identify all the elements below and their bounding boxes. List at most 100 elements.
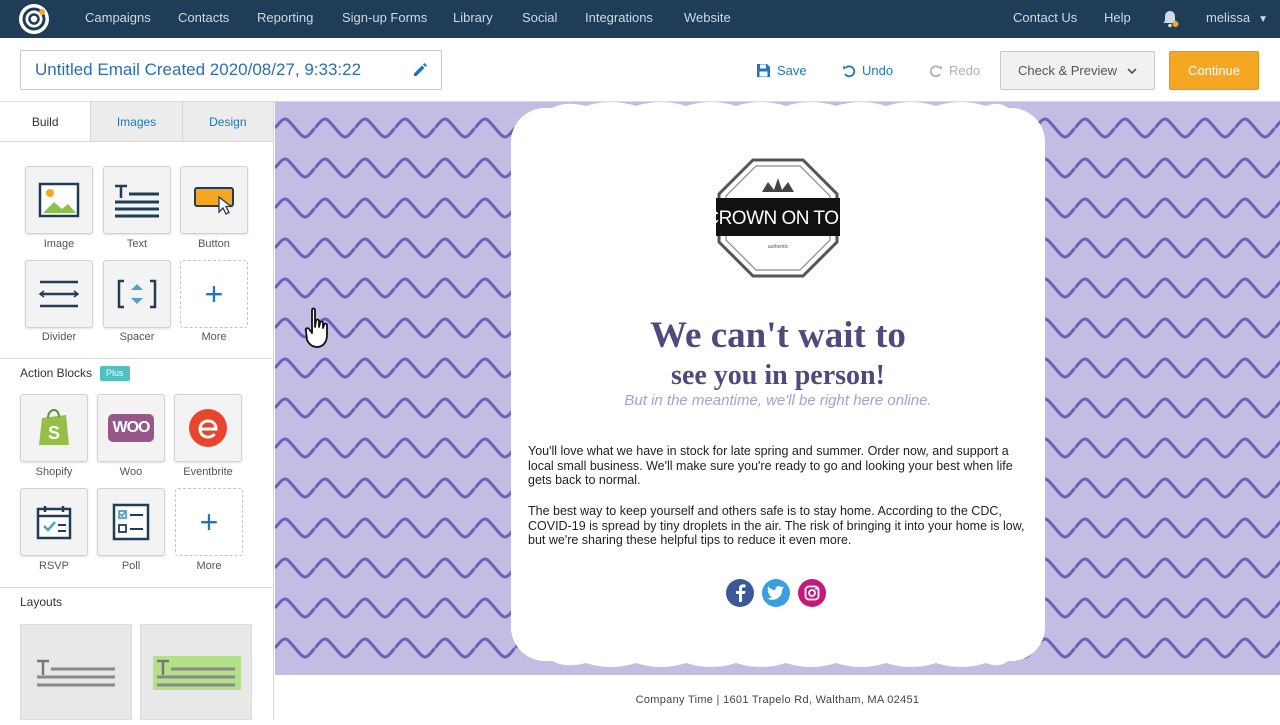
builder-sidebar: Build Images Design Image Text Button Di… <box>0 102 274 720</box>
more-action-label: More <box>196 560 222 572</box>
poll-label: Poll <box>121 560 141 572</box>
shopify-icon: S <box>39 408 69 445</box>
plus-badge: Plus <box>100 366 130 381</box>
image-block-label: Image <box>43 238 75 250</box>
facebook-icon[interactable] <box>726 579 754 607</box>
scalloped-edge <box>541 102 1015 118</box>
email-content-card[interactable]: CROWN ON TOP authentic We can't wait to … <box>511 102 1045 667</box>
shopify-block[interactable]: S <box>20 394 88 462</box>
nav-website[interactable]: Website <box>684 10 731 25</box>
hand-pointer-cursor-icon <box>304 307 328 348</box>
more-action-blocks[interactable]: + <box>175 488 243 556</box>
pencil-icon[interactable] <box>411 61 429 79</box>
woo-label: Woo <box>119 466 143 478</box>
redo-icon <box>929 64 942 77</box>
text-block-label: Text <box>126 238 148 250</box>
divider-block-label: Divider <box>41 331 77 343</box>
woo-icon: WOO <box>108 414 154 442</box>
shopify-label: Shopify <box>35 466 73 478</box>
more-build-blocks[interactable]: + <box>180 260 248 328</box>
svg-text:S: S <box>48 423 60 443</box>
text-icon <box>115 184 159 218</box>
nav-campaigns[interactable]: Campaigns <box>85 10 151 25</box>
email-title: Untitled Email Created 2020/08/27, 9:33:… <box>35 60 362 79</box>
email-paragraph-1[interactable]: You'll love what we have in stock for la… <box>528 444 1028 488</box>
nav-reporting[interactable]: Reporting <box>257 10 313 25</box>
layouts-title: Layouts <box>20 595 63 609</box>
user-name: melissa <box>1206 10 1251 25</box>
user-menu[interactable]: melissa ▼ <box>1206 10 1268 25</box>
undo-button[interactable]: Undo <box>842 63 893 78</box>
image-block[interactable] <box>25 166 93 234</box>
check-preview-button[interactable]: Check & Preview <box>1000 51 1155 90</box>
action-blocks-title: Action Blocks <box>20 366 93 380</box>
tab-images[interactable]: Images <box>90 102 182 141</box>
rsvp-label: RSVP <box>39 560 69 572</box>
text-highlight-layout-icon <box>153 656 241 690</box>
top-navigation: Campaigns Contacts Reporting Sign-up For… <box>0 0 1280 38</box>
more-build-label: More <box>201 331 227 343</box>
calendar-check-icon <box>36 506 72 540</box>
nav-contact-us[interactable]: Contact Us <box>1013 10 1077 25</box>
poll-block[interactable] <box>97 488 165 556</box>
email-headline[interactable]: We can't wait to <box>511 314 1045 357</box>
sidebar-tabs: Build Images Design <box>0 102 273 142</box>
button-block-label: Button <box>198 238 230 250</box>
woo-block[interactable]: WOO <box>97 394 165 462</box>
redo-button[interactable]: Redo <box>929 63 980 78</box>
layout-text-plain[interactable] <box>20 624 132 720</box>
instagram-icon[interactable] <box>798 579 826 607</box>
email-tagline[interactable]: But in the meantime, we'll be right here… <box>511 392 1045 409</box>
undo-icon <box>843 64 856 77</box>
logo-text: CROWN ON TOP <box>716 208 840 229</box>
email-subheadline[interactable]: see you in person! <box>511 360 1045 392</box>
check-preview-label: Check & Preview <box>1018 63 1117 78</box>
email-footer[interactable]: Company Time | 1601 Trapelo Rd, Waltham,… <box>275 675 1280 720</box>
image-icon <box>38 182 80 218</box>
layouts-header: Layouts <box>0 587 273 613</box>
nav-integrations[interactable]: Integrations <box>585 10 653 25</box>
layout-text-highlight[interactable] <box>140 624 252 720</box>
eventbrite-label: Eventbrite <box>183 466 233 478</box>
editor-toolbar: Untitled Email Created 2020/08/27, 9:33:… <box>0 38 1280 102</box>
spacer-block-label: Spacer <box>119 331 155 343</box>
nav-help[interactable]: Help <box>1104 10 1131 25</box>
nav-library[interactable]: Library <box>453 10 493 25</box>
spacer-icon <box>117 279 157 309</box>
email-title-field[interactable]: Untitled Email Created 2020/08/27, 9:33:… <box>20 50 442 90</box>
save-button[interactable]: Save <box>756 63 807 78</box>
undo-label: Undo <box>862 63 894 78</box>
divider-icon <box>38 280 80 308</box>
plus-icon: + <box>204 276 224 312</box>
tab-design[interactable]: Design <box>181 102 273 141</box>
button-block[interactable] <box>180 166 248 234</box>
eventbrite-block[interactable] <box>174 394 242 462</box>
spacer-block[interactable] <box>103 260 171 328</box>
poll-icon <box>112 503 150 541</box>
text-block[interactable] <box>103 166 171 234</box>
crown-on-top-logo: CROWN ON TOP authentic <box>716 158 840 278</box>
eventbrite-icon <box>189 409 227 447</box>
scalloped-edge-bottom <box>541 651 1015 667</box>
twitter-icon[interactable] <box>762 579 790 607</box>
notification-bell-icon[interactable] <box>1160 9 1180 29</box>
tab-build[interactable]: Build <box>0 102 91 141</box>
continue-button[interactable]: Continue <box>1169 51 1259 90</box>
text-layout-icon <box>37 659 115 687</box>
nav-contacts[interactable]: Contacts <box>178 10 229 25</box>
divider-block[interactable] <box>25 260 93 328</box>
floppy-disk-icon <box>757 64 770 77</box>
chevron-down-icon: ▼ <box>1258 14 1268 25</box>
rsvp-block[interactable] <box>20 488 88 556</box>
email-canvas[interactable]: CROWN ON TOP authentic We can't wait to … <box>275 102 1280 675</box>
plus-icon: + <box>199 504 219 540</box>
button-icon <box>194 187 234 215</box>
redo-label: Redo <box>949 63 981 78</box>
action-blocks-header: Action Blocks Plus <box>0 358 273 384</box>
save-label: Save <box>777 63 807 78</box>
constant-contact-logo-icon[interactable] <box>18 3 50 35</box>
email-paragraph-2[interactable]: The best way to keep yourself and others… <box>528 504 1028 548</box>
nav-signup-forms[interactable]: Sign-up Forms <box>342 10 427 25</box>
nav-social[interactable]: Social <box>522 10 557 25</box>
logo-subtext: authentic <box>768 244 789 250</box>
